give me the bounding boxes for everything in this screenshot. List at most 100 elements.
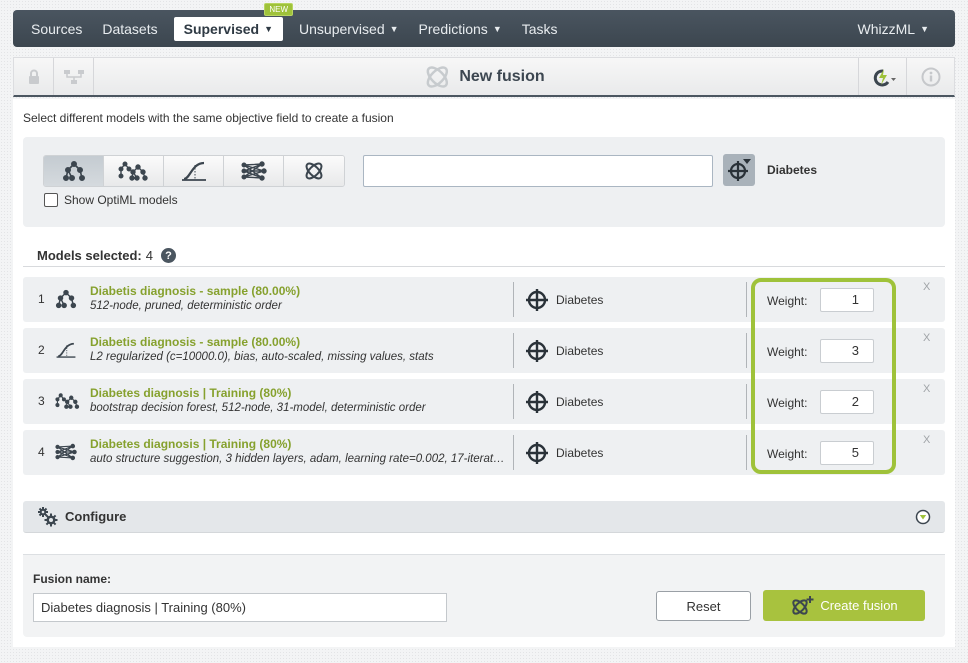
show-optiml-checkbox[interactable] — [44, 193, 58, 207]
fusion-icon — [305, 162, 323, 180]
decision-tree-icon — [62, 161, 85, 181]
nav-unsupervised[interactable]: Unsupervised ▼ — [289, 17, 409, 41]
weight-label: Weight: — [767, 447, 808, 461]
chevron-down-icon: ▼ — [389, 23, 399, 34]
resource-toolbar: New fusion — [13, 57, 955, 97]
divider — [513, 333, 514, 368]
tab-model[interactable] — [44, 156, 104, 186]
model-row: 4 Diabetes diagnosis | Training (80%) au… — [23, 430, 945, 475]
ensemble-icon — [118, 161, 148, 181]
chevron-down-icon: ▼ — [492, 23, 502, 34]
objective-target-icon — [526, 340, 548, 362]
reset-button[interactable]: Reset — [656, 591, 751, 621]
nav-whizzml[interactable]: WhizzML ▼ — [848, 17, 939, 41]
nav-datasets[interactable]: Datasets — [92, 17, 167, 41]
tree-structure-icon[interactable] — [54, 58, 94, 95]
tab-deepnet[interactable] — [224, 156, 284, 186]
lightning-refresh-icon[interactable] — [858, 58, 906, 95]
nav-supervised[interactable]: Supervised ▼ NEW — [173, 2, 294, 41]
model-description: auto structure suggestion, 3 hidden laye… — [90, 453, 505, 465]
info-icon[interactable] — [906, 58, 954, 95]
logistic-regression-icon — [56, 342, 76, 358]
weight-input[interactable]: 3 — [820, 339, 874, 363]
model-name-link[interactable]: Diabetis diagnosis - sample (80.00%) — [90, 335, 300, 349]
main-content: Select different models with the same ob… — [13, 99, 955, 647]
weight-label: Weight: — [767, 396, 808, 410]
show-optiml-toggle[interactable]: Show OptiML models — [44, 193, 178, 207]
row-index: 4 — [38, 445, 45, 459]
nav-supervised-label: Supervised — [183, 20, 260, 37]
model-description: L2 regularized (c=10000.0), bias, auto-s… — [90, 351, 434, 363]
remove-model-button[interactable]: X — [923, 434, 930, 446]
fusion-name-input[interactable]: Diabetes diagnosis | Training (80%) — [33, 593, 447, 622]
weight-label: Weight: — [767, 345, 808, 359]
fusion-footer: Fusion name: Diabetes diagnosis | Traini… — [23, 554, 945, 637]
weight-input[interactable]: 1 — [820, 288, 874, 312]
top-navbar: Sources Datasets Supervised ▼ NEW Unsupe… — [13, 2, 955, 47]
divider — [746, 282, 747, 317]
model-row: 1 Diabetis diagnosis - sample (80.00%) 5… — [23, 277, 945, 322]
objective-target-icon — [526, 391, 548, 413]
model-name-link[interactable]: Diabetes diagnosis | Training (80%) — [90, 437, 291, 451]
create-fusion-label: Create fusion — [820, 598, 898, 613]
weight-input[interactable]: 2 — [820, 390, 874, 414]
model-row: 3 Diabetes diagnosis | Training (80%) bo… — [23, 379, 945, 424]
models-selected-label: Models selected: — [37, 248, 142, 263]
divider — [746, 435, 747, 470]
help-icon[interactable]: ? — [161, 248, 176, 263]
objective-filter-icon — [728, 159, 751, 181]
nav-sources[interactable]: Sources — [21, 17, 92, 41]
divider — [746, 333, 747, 368]
configure-label: Configure — [65, 509, 127, 524]
objective-field: Diabetes — [556, 344, 604, 358]
nav-tasks[interactable]: Tasks — [512, 17, 568, 41]
deepnet-icon — [241, 161, 267, 181]
intro-text: Select different models with the same ob… — [23, 111, 394, 125]
nav-predictions[interactable]: Predictions ▼ — [409, 17, 512, 41]
nav-datasets-label: Datasets — [102, 20, 158, 37]
decision-tree-icon — [55, 289, 77, 309]
page-title: New fusion — [423, 63, 545, 91]
divider — [513, 435, 514, 470]
show-optiml-label: Show OptiML models — [64, 193, 178, 207]
model-search-input[interactable] — [363, 155, 713, 187]
remove-model-button[interactable]: X — [923, 332, 930, 344]
new-badge: NEW — [264, 2, 294, 16]
nav-sources-label: Sources — [31, 20, 83, 37]
create-fusion-button[interactable]: Create fusion — [763, 590, 925, 621]
objective-field: Diabetes — [556, 446, 604, 460]
page-title-text: New fusion — [459, 67, 545, 85]
nav-whizzml-label: WhizzML — [857, 20, 916, 37]
lock-icon[interactable] — [14, 58, 54, 95]
chevron-down-icon: ▼ — [920, 23, 929, 34]
remove-model-button[interactable]: X — [923, 383, 930, 395]
chevron-down-icon: ▼ — [264, 23, 274, 34]
weight-label: Weight: — [767, 294, 808, 308]
expand-toggle-icon[interactable] — [915, 509, 931, 525]
row-index: 1 — [38, 292, 45, 306]
nav-tasks-label: Tasks — [521, 20, 558, 37]
weight-input[interactable]: 5 — [820, 441, 874, 465]
gears-icon — [38, 506, 58, 526]
fusion-icon — [426, 65, 449, 88]
model-description: 512-node, pruned, deterministic order — [90, 300, 282, 312]
objective-filter-button[interactable] — [723, 154, 755, 186]
deepnet-icon — [55, 443, 77, 461]
divider — [513, 282, 514, 317]
row-index: 3 — [38, 394, 45, 408]
model-description: bootstrap decision forest, 512-node, 31-… — [90, 402, 426, 414]
model-name-link[interactable]: Diabetis diagnosis - sample (80.00%) — [90, 284, 300, 298]
divider — [513, 384, 514, 419]
model-name-link[interactable]: Diabetes diagnosis | Training (80%) — [90, 386, 291, 400]
objective-target-icon — [526, 442, 548, 464]
remove-model-button[interactable]: X — [923, 281, 930, 293]
tab-fusion[interactable] — [284, 156, 344, 186]
row-index: 2 — [38, 343, 45, 357]
objective-field-label: Diabetes — [767, 163, 818, 177]
model-row: 2 Diabetis diagnosis - sample (80.00%) L… — [23, 328, 945, 373]
model-type-tabs — [43, 155, 345, 187]
configure-panel-header[interactable]: Configure — [23, 501, 945, 533]
tab-ensemble[interactable] — [104, 156, 164, 186]
tab-logistic-regression[interactable] — [164, 156, 224, 186]
objective-field: Diabetes — [556, 293, 604, 307]
